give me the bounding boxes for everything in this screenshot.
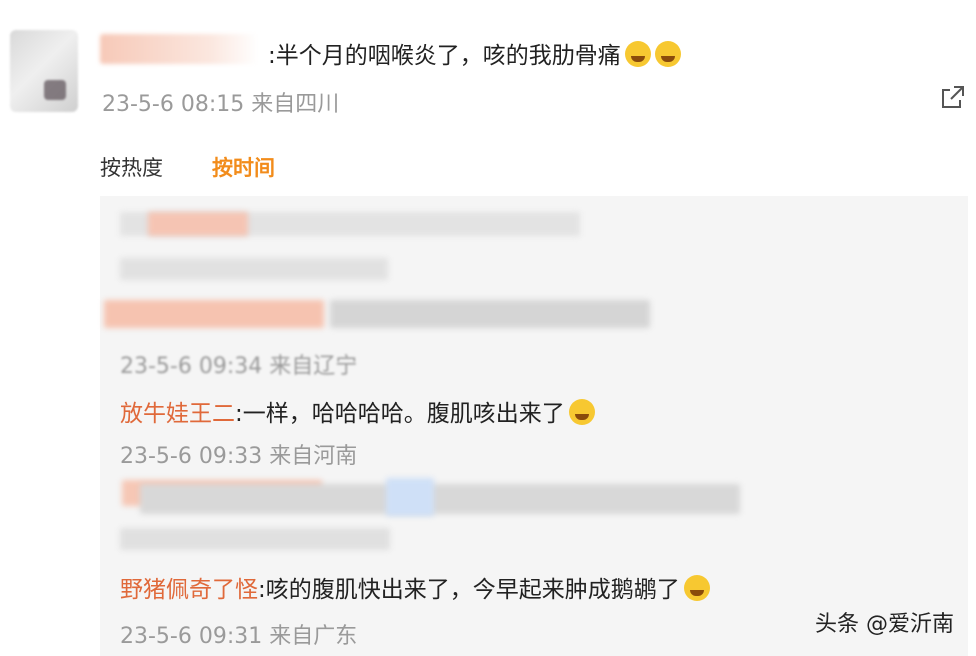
tab-sort-hot[interactable]: 按热度: [100, 152, 163, 182]
comment-body: :半个月的咽喉炎了，咳的我肋骨痛: [268, 43, 621, 69]
crying-face-icon: [624, 41, 651, 67]
share-icon[interactable]: [940, 84, 966, 110]
reply-time: 23-5-6 09:31: [120, 624, 263, 649]
blurred-username[interactable]: [100, 34, 258, 64]
comment-meta: 23-5-6 08:15 来自四川: [102, 86, 339, 118]
reply-source: 来自广东: [269, 624, 358, 649]
avatar[interactable]: [10, 30, 78, 112]
comment-text: :半个月的咽喉炎了，咳的我肋骨痛: [268, 36, 681, 70]
reply-time: 23-5-6 09:33: [120, 444, 263, 469]
reply-username[interactable]: 放牛娃王二: [120, 401, 235, 427]
reply-text: :一样，哈哈哈哈。腹肌咳出来了: [235, 401, 565, 427]
crying-face-icon: [654, 41, 681, 67]
watermark: 头条 @爱沂南: [815, 612, 954, 637]
laughing-face-icon: [568, 399, 595, 425]
blurred-link: [386, 478, 434, 516]
reply-text: :咳的腹肌快出来了，今早起来肿成鹅鹕了: [258, 577, 680, 603]
laughing-face-icon: [683, 575, 710, 601]
blurred-reply-line: [140, 484, 740, 514]
blurred-reply-time: 23-5-6 09:34: [120, 354, 263, 379]
reply-username[interactable]: 野猪佩奇了怪: [120, 577, 258, 603]
blurred-reply-meta: [120, 528, 390, 550]
reply-source: 来自河南: [269, 444, 358, 469]
comment-source: 来自四川: [251, 92, 340, 117]
comment-time: 23-5-6 08:15: [102, 92, 245, 117]
tab-sort-time[interactable]: 按时间: [212, 152, 275, 182]
blurred-reply-line: [330, 300, 650, 328]
blurred-username: [104, 300, 324, 328]
blurred-reply-line: [120, 258, 388, 280]
blurred-reply-source: 来自辽宁: [269, 354, 358, 379]
reply-item: 放牛娃王二:一样，哈哈哈哈。腹肌咳出来了: [120, 394, 595, 428]
replies-panel: 23-5-6 09:34 来自辽宁 放牛娃王二:一样，哈哈哈哈。腹肌咳出来了 2…: [100, 196, 968, 656]
reply-meta: 23-5-6 09:33 来自河南: [120, 438, 357, 470]
reply-meta: 23-5-6 09:31 来自广东: [120, 618, 357, 650]
blurred-username: [148, 212, 248, 236]
blurred-reply-meta: 23-5-6 09:34 来自辽宁: [120, 348, 357, 380]
reply-item: 野猪佩奇了怪:咳的腹肌快出来了，今早起来肿成鹅鹕了: [120, 570, 710, 604]
